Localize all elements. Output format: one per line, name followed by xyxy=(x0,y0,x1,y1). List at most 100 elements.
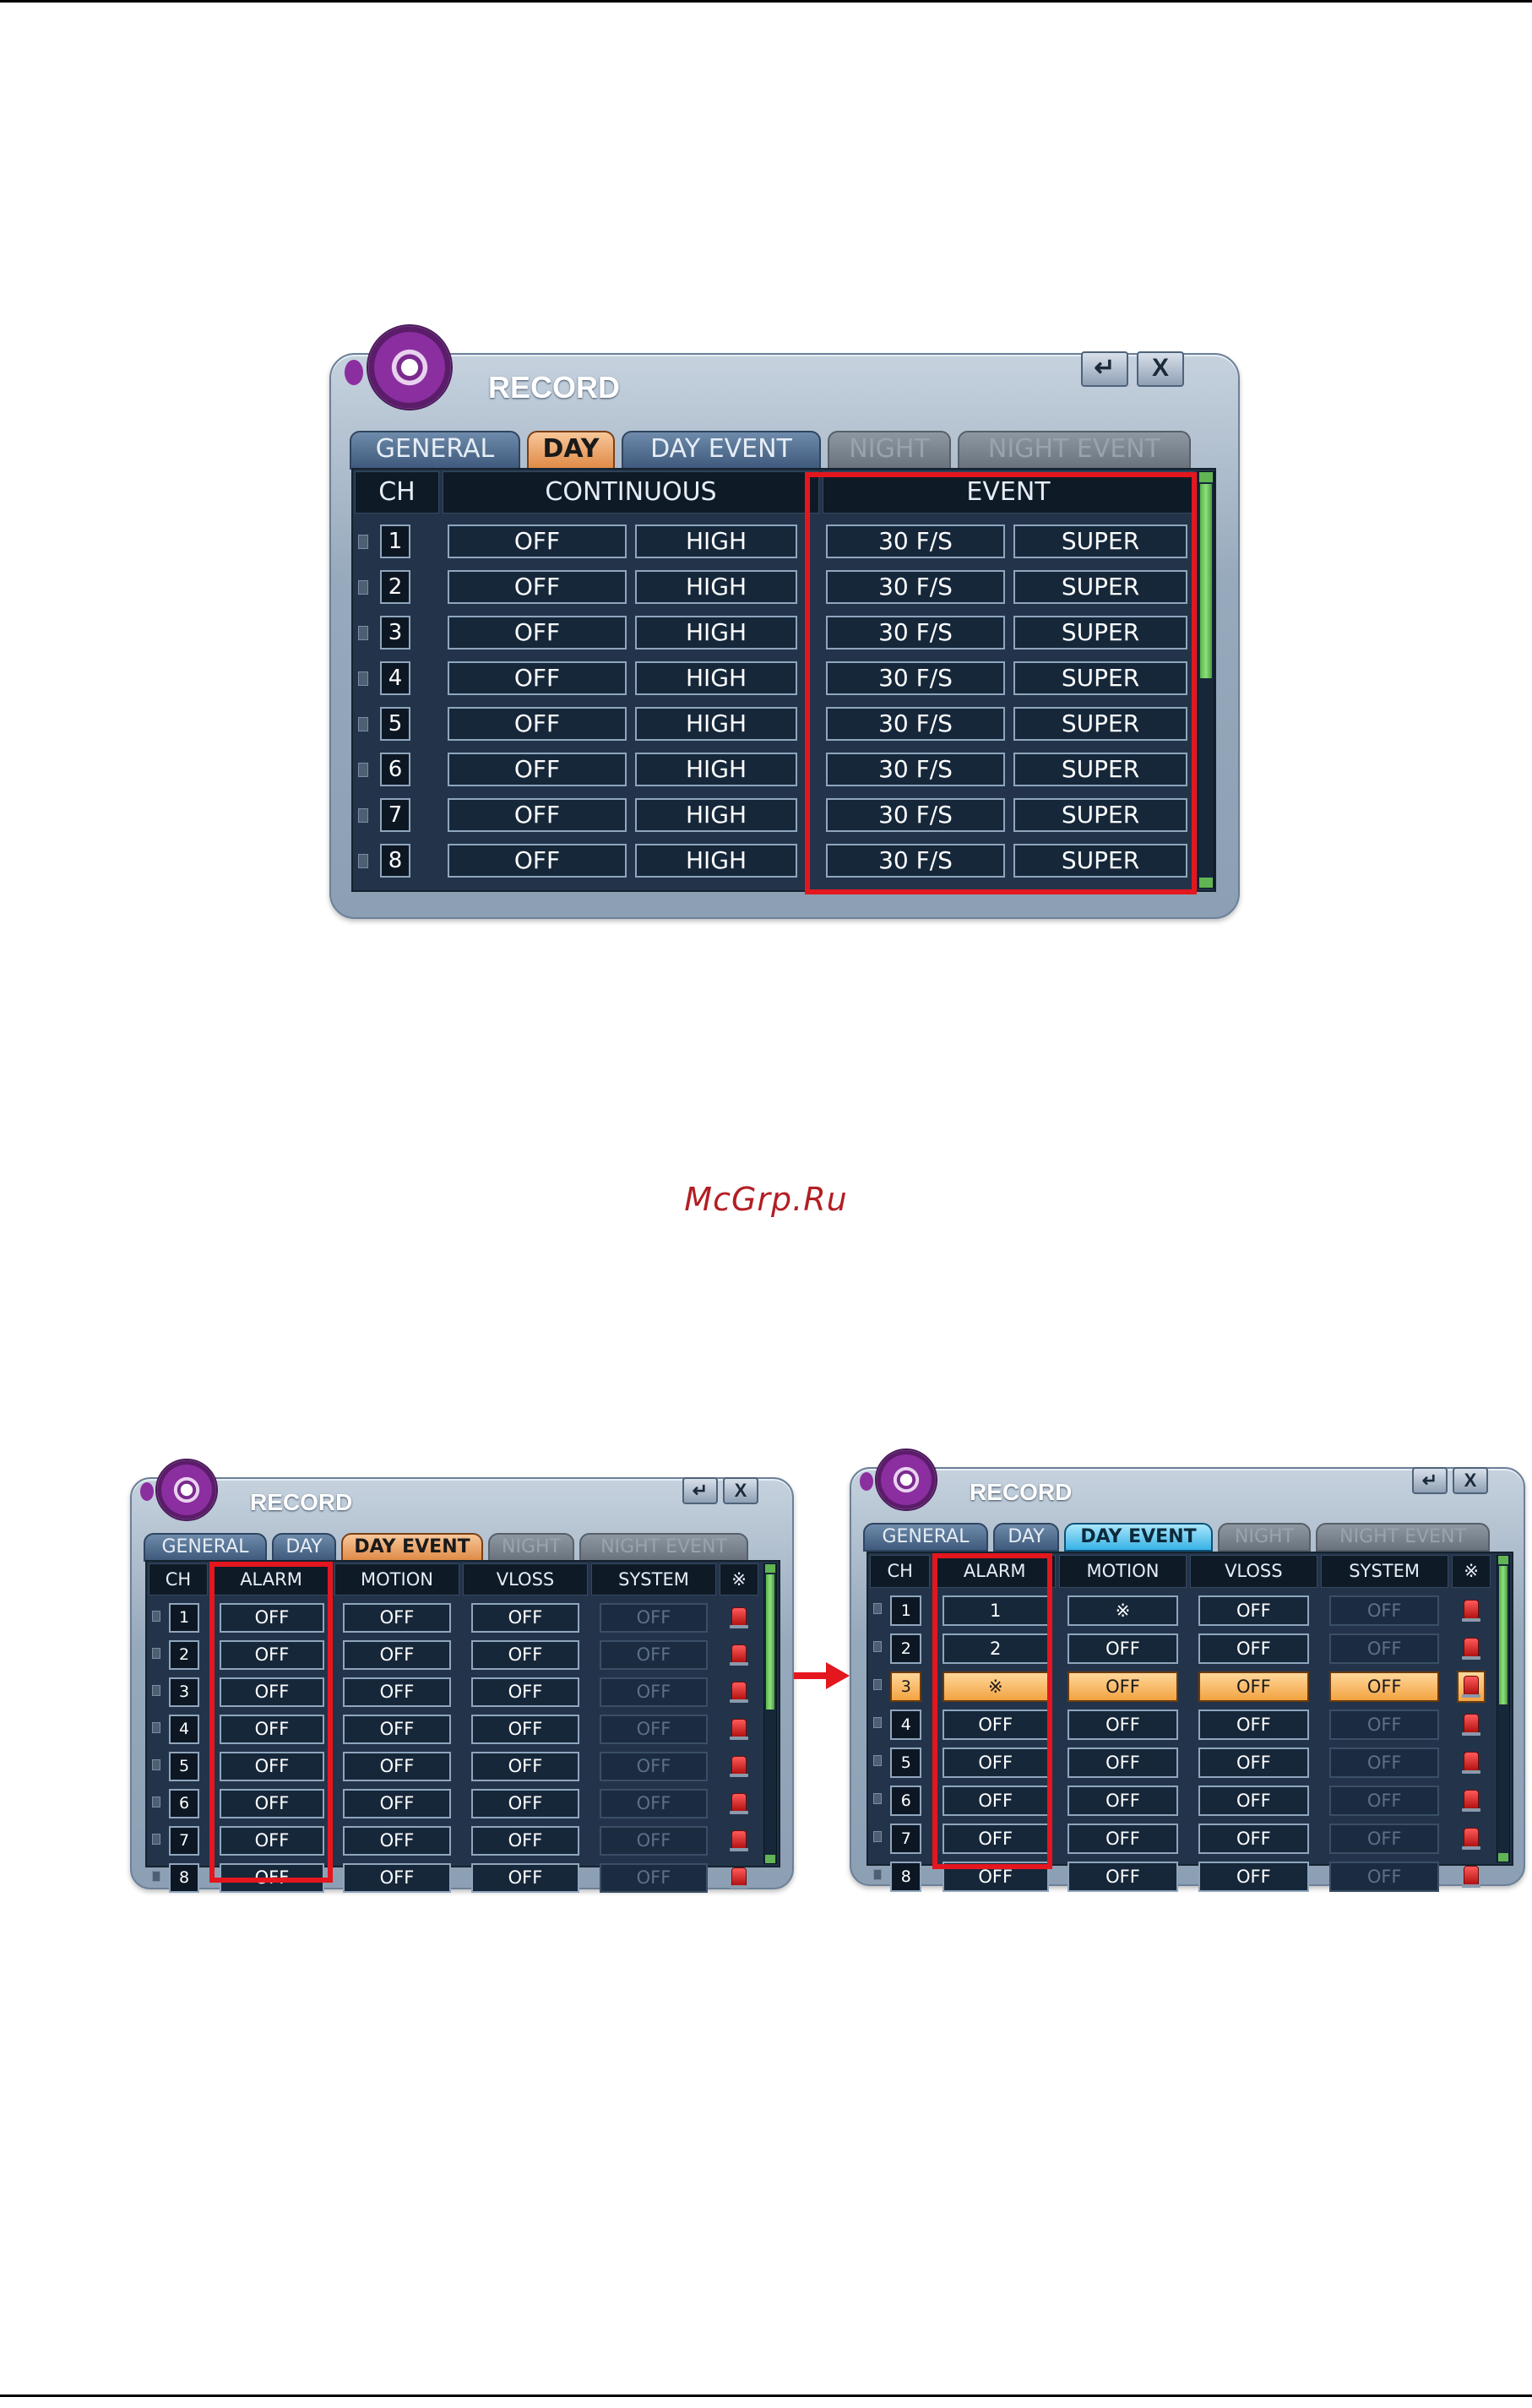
close-x-icon[interactable]: X xyxy=(1137,351,1184,387)
red-flag-icon[interactable] xyxy=(729,1644,749,1666)
scrollbar[interactable] xyxy=(1198,471,1214,889)
vloss-value[interactable]: OFF xyxy=(1198,1824,1309,1854)
vloss-value[interactable]: OFF xyxy=(1198,1595,1309,1626)
motion-value[interactable]: OFF xyxy=(1068,1824,1178,1854)
vloss-value[interactable]: OFF xyxy=(1198,1671,1309,1702)
motion-value[interactable]: OFF xyxy=(1068,1710,1178,1740)
continuous-quality[interactable]: HIGH xyxy=(635,570,797,604)
tab-day[interactable]: DAY xyxy=(993,1523,1059,1552)
header-continuous: CONTINUOUS xyxy=(443,471,819,514)
red-flag-icon[interactable] xyxy=(1461,1828,1481,1850)
channel-number: 8 xyxy=(169,1863,199,1893)
tab-general[interactable]: GENERAL xyxy=(144,1533,267,1562)
logo-tail xyxy=(345,360,363,385)
vloss-value[interactable]: OFF xyxy=(471,1752,579,1781)
scroll-up-icon[interactable] xyxy=(765,1564,775,1573)
scroll-thumb[interactable] xyxy=(766,1574,774,1710)
vloss-value[interactable]: OFF xyxy=(1198,1786,1309,1816)
header-all: ※ xyxy=(1451,1555,1491,1588)
continuous-mode[interactable]: OFF xyxy=(448,616,627,650)
red-flag-icon[interactable] xyxy=(1461,1752,1481,1774)
scrollbar[interactable] xyxy=(1496,1555,1510,1862)
vloss-value[interactable]: OFF xyxy=(1198,1748,1309,1778)
tab-day[interactable]: DAY xyxy=(527,431,615,470)
motion-value[interactable]: OFF xyxy=(343,1603,451,1633)
vloss-value[interactable]: OFF xyxy=(471,1863,579,1893)
continuous-quality[interactable]: HIGH xyxy=(635,525,797,558)
motion-value[interactable]: OFF xyxy=(343,1826,451,1856)
tab-general[interactable]: GENERAL xyxy=(350,431,520,470)
motion-value[interactable]: OFF xyxy=(343,1677,451,1707)
red-flag-icon[interactable] xyxy=(1461,1714,1481,1736)
red-flag-icon[interactable] xyxy=(729,1793,749,1814)
motion-value[interactable]: OFF xyxy=(343,1640,451,1670)
speaker-icon xyxy=(152,1754,169,1773)
red-flag-icon[interactable] xyxy=(729,1607,749,1628)
continuous-mode[interactable]: OFF xyxy=(448,661,627,695)
vloss-value[interactable]: OFF xyxy=(471,1603,579,1633)
vloss-value[interactable]: OFF xyxy=(1198,1633,1309,1664)
motion-value[interactable]: OFF xyxy=(1068,1786,1178,1816)
continuous-mode[interactable]: OFF xyxy=(448,570,627,604)
red-flag-icon[interactable] xyxy=(1461,1866,1481,1888)
scroll-thumb[interactable] xyxy=(1498,1566,1508,1704)
motion-value[interactable]: OFF xyxy=(1068,1862,1178,1892)
red-flag-icon[interactable] xyxy=(1461,1600,1481,1622)
vloss-value[interactable]: OFF xyxy=(471,1789,579,1818)
scroll-up-icon[interactable] xyxy=(1497,1556,1508,1564)
channel-number: 1 xyxy=(380,525,410,558)
tab-day-event[interactable]: DAY EVENT xyxy=(622,431,821,470)
channel-number: 1 xyxy=(169,1603,199,1633)
vloss-value[interactable]: OFF xyxy=(1198,1710,1309,1740)
continuous-mode[interactable]: OFF xyxy=(448,707,627,741)
continuous-mode[interactable]: OFF xyxy=(448,798,627,832)
vloss-value[interactable]: OFF xyxy=(1198,1862,1309,1892)
continuous-mode[interactable]: OFF xyxy=(448,753,627,786)
return-arrow-icon[interactable]: ↵ xyxy=(1412,1467,1448,1494)
tab-day[interactable]: DAY xyxy=(272,1533,336,1562)
scroll-up-icon[interactable] xyxy=(1199,472,1213,482)
motion-value[interactable]: OFF xyxy=(1068,1671,1178,1702)
motion-value[interactable]: OFF xyxy=(343,1789,451,1818)
scroll-down-icon[interactable] xyxy=(765,1855,775,1863)
red-flag-icon[interactable] xyxy=(729,1867,749,1889)
vloss-value[interactable]: OFF xyxy=(471,1715,579,1744)
vloss-value[interactable]: OFF xyxy=(471,1826,579,1856)
continuous-quality[interactable]: HIGH xyxy=(635,844,797,878)
red-flag-icon[interactable] xyxy=(1461,1676,1481,1698)
scroll-down-icon[interactable] xyxy=(1199,878,1213,888)
continuous-quality[interactable]: HIGH xyxy=(635,707,797,741)
continuous-quality[interactable]: HIGH xyxy=(635,798,797,832)
return-arrow-icon[interactable]: ↵ xyxy=(1081,351,1128,387)
scroll-down-icon[interactable] xyxy=(1497,1853,1508,1862)
tab-general[interactable]: GENERAL xyxy=(863,1523,988,1552)
motion-value[interactable]: OFF xyxy=(343,1752,451,1781)
motion-value[interactable]: OFF xyxy=(343,1715,451,1744)
motion-value[interactable]: OFF xyxy=(1068,1633,1178,1664)
return-arrow-icon[interactable]: ↵ xyxy=(682,1477,718,1504)
red-flag-icon[interactable] xyxy=(1461,1638,1481,1660)
vloss-value[interactable]: OFF xyxy=(471,1640,579,1670)
close-x-icon[interactable]: X xyxy=(723,1477,758,1504)
tab-day-event[interactable]: DAY EVENT xyxy=(341,1533,483,1562)
channel-number: 2 xyxy=(169,1640,199,1670)
motion-value[interactable]: ※ xyxy=(1068,1595,1178,1626)
motion-value[interactable]: OFF xyxy=(343,1863,451,1893)
continuous-quality[interactable]: HIGH xyxy=(635,753,797,786)
scroll-thumb[interactable] xyxy=(1200,484,1212,678)
close-x-icon[interactable]: X xyxy=(1453,1467,1488,1494)
speaker-icon xyxy=(873,1826,890,1845)
red-flag-icon[interactable] xyxy=(729,1756,749,1777)
continuous-mode[interactable]: OFF xyxy=(448,525,627,558)
vloss-value[interactable]: OFF xyxy=(471,1677,579,1707)
continuous-mode[interactable]: OFF xyxy=(448,844,627,878)
motion-value[interactable]: OFF xyxy=(1068,1748,1178,1778)
continuous-quality[interactable]: HIGH xyxy=(635,661,797,695)
tab-day-event[interactable]: DAY EVENT xyxy=(1064,1523,1213,1552)
red-flag-icon[interactable] xyxy=(729,1719,749,1740)
scrollbar[interactable] xyxy=(763,1563,777,1864)
continuous-quality[interactable]: HIGH xyxy=(635,616,797,650)
red-flag-icon[interactable] xyxy=(729,1682,749,1703)
red-flag-icon[interactable] xyxy=(1461,1790,1481,1812)
red-flag-icon[interactable] xyxy=(729,1830,749,1851)
